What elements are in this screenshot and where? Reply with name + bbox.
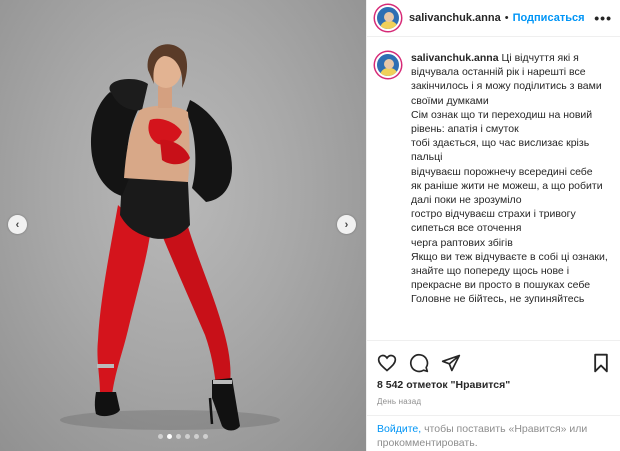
post-header: salivanchuk.anna • Подписаться ••• (367, 0, 620, 37)
share-button[interactable] (441, 353, 461, 373)
caption-line: Сім ознак що ти переходиш на новий рівен… (411, 108, 593, 136)
more-options-icon[interactable]: ••• (594, 10, 612, 26)
carousel-dot-active (167, 434, 172, 439)
chevron-right-icon: › (344, 218, 349, 231)
like-button[interactable] (377, 353, 397, 373)
caption-line: ⁠черга раптових збігів (411, 236, 513, 249)
carousel-dots (0, 434, 366, 439)
carousel-dot (158, 434, 163, 439)
save-button[interactable] (591, 353, 611, 373)
post-side-panel: salivanchuk.anna • Подписаться ••• saliv… (366, 0, 620, 451)
caption-line: ⁠відчуваєш порожнечу всередині себе (411, 165, 593, 178)
caption: salivanchuk.anna Ці відчуття які я відчув… (367, 37, 620, 331)
carousel-prev-button[interactable]: ‹ (8, 215, 27, 234)
caption-username[interactable]: salivanchuk.anna (411, 52, 499, 64)
bookmark-icon (594, 353, 608, 372)
caption-avatar[interactable] (375, 52, 401, 78)
login-prompt: Войдите, чтобы поставить «Нравится» или … (367, 415, 620, 451)
share-icon (441, 354, 461, 371)
carousel-dot (203, 434, 208, 439)
caption-line: Якщо ви теж відчуваєте в собі ці ознаки,… (411, 250, 608, 292)
post-timestamp[interactable]: День назад (377, 397, 421, 406)
carousel-dot (185, 434, 190, 439)
avatar[interactable] (375, 5, 401, 31)
follow-button[interactable]: Подписаться (513, 12, 585, 24)
comment-button[interactable] (409, 353, 429, 373)
post-photo[interactable]: ‹ › (0, 0, 366, 451)
caption-line: ⁠як раніше жити не можеш, а що робити да… (411, 179, 603, 207)
photo-illustration (60, 44, 280, 431)
carousel-dot (194, 434, 199, 439)
comment-icon (409, 353, 429, 372)
login-link[interactable]: Войдите, (377, 423, 421, 435)
carousel-dot (176, 434, 181, 439)
carousel-next-button[interactable]: › (337, 215, 356, 234)
caption-line: ⁠сипеться все оточення (411, 222, 522, 235)
caption-line: ⁠тобі здається, що час вислизає крізь па… (411, 137, 590, 164)
header-username[interactable]: salivanchuk.anna (409, 12, 501, 24)
header-separator: • (504, 12, 509, 24)
chevron-left-icon: ‹ (15, 218, 20, 231)
caption-line: Головне не бійтесь, не зупиняйтесь (411, 293, 585, 306)
likes-count[interactable]: 8 542 отметок "Нравится" (377, 379, 510, 391)
action-bar (367, 340, 620, 376)
caption-line: ⁠гостро відчуваєш страхи і тривогу (411, 208, 576, 221)
heart-icon (377, 354, 397, 372)
caption-text: salivanchuk.anna Ці відчуття які я відчув… (411, 51, 611, 331)
